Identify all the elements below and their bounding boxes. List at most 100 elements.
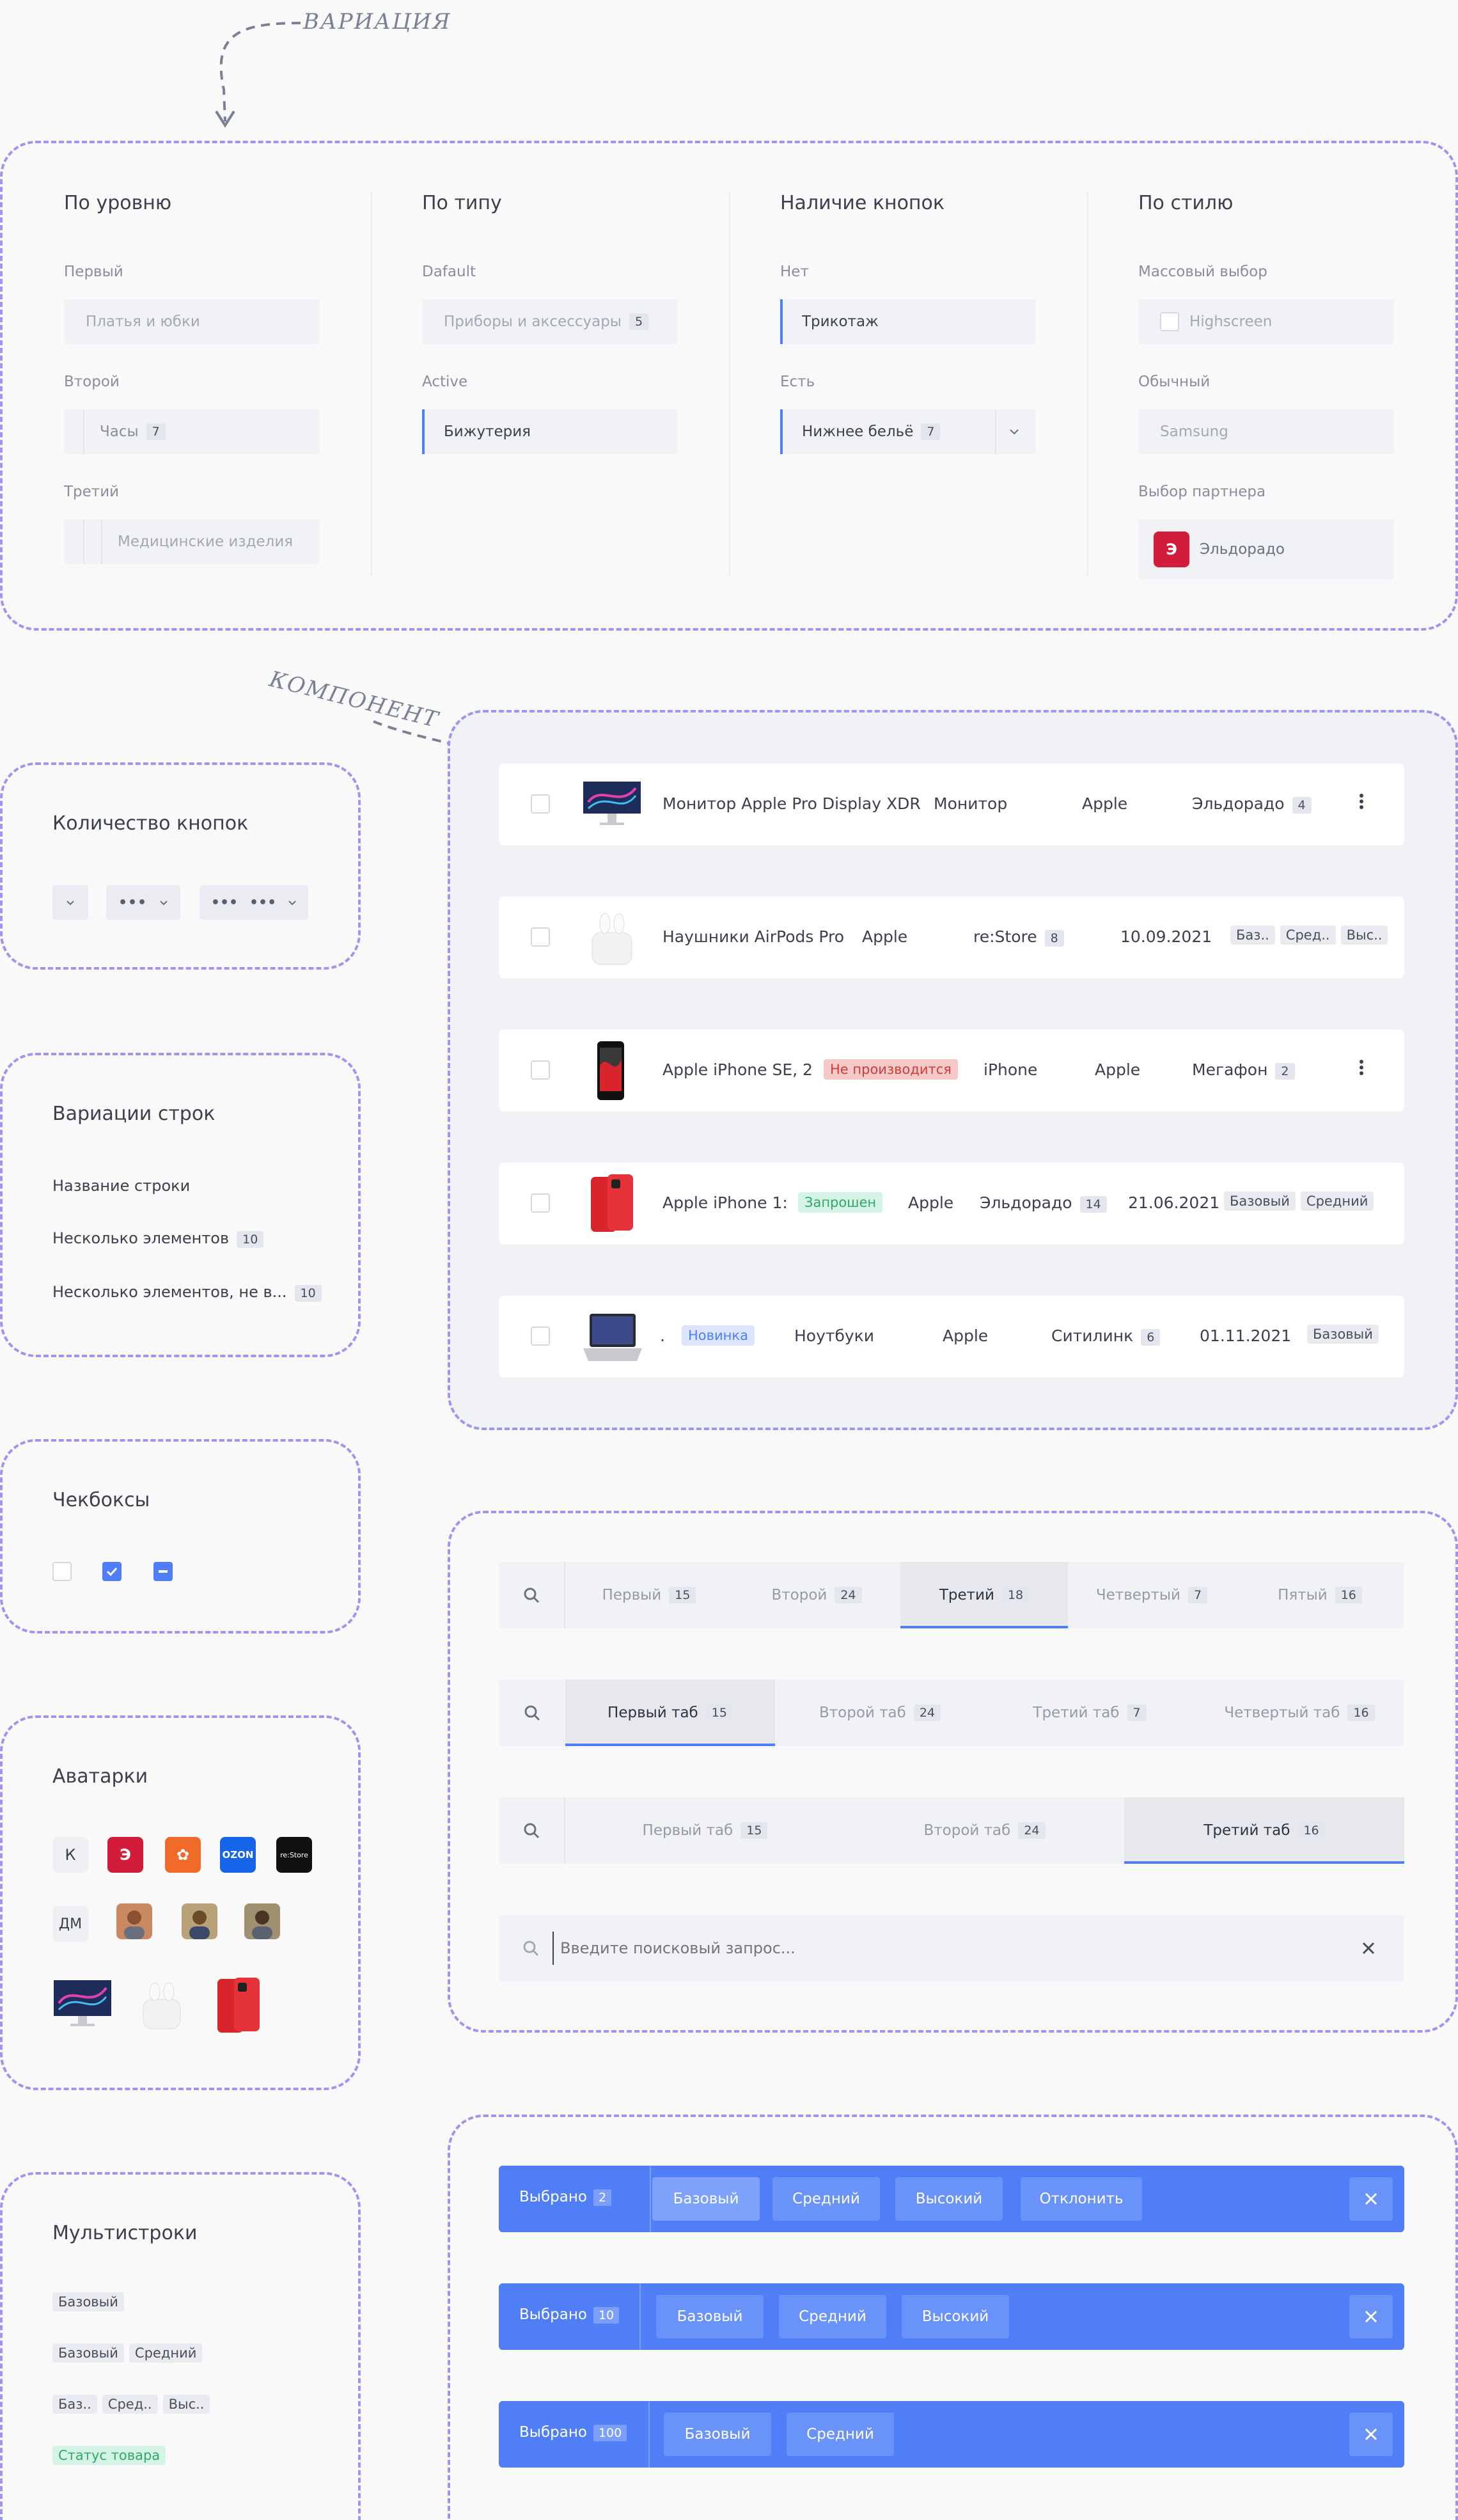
partner: Эльдорадо 14 [980,1193,1107,1213]
brand: Apple [1095,1060,1141,1079]
tab-first[interactable]: Первый таб 15 [565,1797,845,1864]
table-row[interactable]: Apple iPhone 1: Запрошен Apple Эльдорадо… [499,1163,1404,1245]
more-vertical-icon[interactable] [1360,1058,1365,1077]
checkbox-indeterminate[interactable] [153,1562,173,1581]
reject-button[interactable]: Отклонить [1021,2177,1142,2221]
eldorado-logo-icon: Э [107,1837,143,1873]
tab-fourth[interactable]: Четвертый таб 16 [1195,1680,1404,1746]
close-icon[interactable] [1361,1941,1376,1956]
search-button[interactable] [499,1562,565,1628]
table-row[interactable]: . Новинка Ноутбуки Apple Ситилинк 6 01.11… [499,1296,1404,1378]
tag-row: Базовый [52,2292,129,2311]
section-title: Мультистроки [52,2222,198,2244]
iphone-red-thumb-icon [215,1975,263,2036]
monitor-thumb-icon [52,1978,113,2028]
list-item-active[interactable]: Бижутерия [422,409,678,454]
product-name: Apple iPhone SE, 2 [662,1060,813,1079]
list-item-no-buttons[interactable]: Трикотаж [780,299,1036,344]
search-input[interactable] [553,1932,1320,1965]
list-item-level1[interactable]: Платья и юбки [64,299,320,344]
tab-second[interactable]: Второй таб 24 [775,1680,985,1746]
table-row[interactable]: Монитор Apple Pro Display XDR Монитор Ap… [499,764,1404,846]
chevron-button[interactable] [52,885,88,920]
partner: Эльдорадо 4 [1192,794,1312,814]
tab-bar: Первый таб 15 Второй таб 24 Третий таб 16 [499,1797,1404,1864]
more-more-chevron-button[interactable]: ••• ••• [200,885,308,920]
checkbox[interactable] [531,1327,550,1346]
table-row[interactable]: Наушники AirPods Pro Apple re:Store 8 10.… [499,897,1404,979]
medium-button[interactable]: Средний [787,2413,894,2456]
tab-second[interactable]: Второй таб 24 [845,1797,1124,1864]
section-title: Чекбоксы [52,1489,150,1511]
search-button[interactable] [499,1797,565,1864]
checkbox[interactable] [1160,312,1179,331]
base-button[interactable]: Базовый [652,2177,760,2221]
checkbox[interactable] [531,1060,550,1080]
category: Ноутбуки [794,1327,875,1345]
close-icon [1365,2428,1377,2441]
tab-bar: Первый таб 15 Второй таб 24 Третий таб 7 Че… [499,1680,1404,1746]
partner-logo-icon: ✿ [165,1837,201,1873]
list-item-regular[interactable]: Samsung [1138,409,1394,454]
tab-first[interactable]: Первый таб 15 [565,1680,775,1746]
high-button[interactable]: Высокий [895,2177,1003,2221]
checkbox[interactable] [531,1193,550,1213]
close-button[interactable] [1349,2413,1393,2456]
chevron-down-icon[interactable] [1009,429,1019,435]
close-icon [1365,2310,1377,2323]
table-row[interactable]: Apple iPhone SE, 2 Не производится iPhon… [499,1030,1404,1112]
list-item-mass-select[interactable]: Highscreen [1138,299,1394,344]
brand: Apple [908,1193,954,1212]
avatar-initials: К [52,1837,88,1873]
checkbox-unchecked[interactable] [52,1562,72,1581]
checkbox[interactable] [531,794,550,814]
chevron-down-icon [160,900,168,905]
buttons-count-panel [0,762,361,970]
tab-first[interactable]: Первый 15 [565,1562,733,1628]
tab-fifth[interactable]: Пятый 16 [1235,1562,1404,1628]
list-item-with-buttons[interactable]: Нижнее бельё 7 [780,409,1036,454]
tab-second[interactable]: Второй 24 [733,1562,900,1628]
close-button[interactable] [1349,2177,1393,2221]
checkbox[interactable] [531,927,550,947]
date: 01.11.2021 [1200,1327,1292,1345]
more-chevron-button[interactable]: ••• [106,885,180,920]
list-item-partner[interactable]: Э Эльдорадо [1138,519,1394,579]
list-item-default[interactable]: Приборы и аксессуары 5 [422,299,678,344]
list-item-level2[interactable]: Часы 7 [64,409,320,454]
avatar-initials: ДМ [52,1906,88,1942]
row-variation: Несколько элементов, не в... 10 [52,1283,322,1302]
field-label: Массовый выбор [1138,264,1267,280]
tab-third[interactable]: Третий таб 16 [1124,1797,1404,1864]
status-badge: Запрошен [798,1192,883,1213]
eldorado-logo-icon: Э [1154,532,1189,567]
tab-third[interactable]: Третий 18 [900,1562,1068,1628]
restore-logo-icon: re:Store [276,1837,312,1873]
tab-third[interactable]: Третий таб 7 [985,1680,1195,1746]
selected-count: Выбрано 100 [519,2424,627,2441]
row-variation: Название строки [52,1177,191,1195]
section-title: Наличие кнопок [780,192,945,214]
close-button[interactable] [1349,2295,1393,2338]
tab-fourth[interactable]: Четвертый 7 [1068,1562,1235,1628]
close-icon [1365,2193,1377,2205]
row-variations-panel [0,1053,361,1357]
search-button[interactable] [499,1680,565,1746]
person-icon [252,1910,272,1939]
more-vertical-icon[interactable] [1360,792,1365,811]
brand: Apple [862,927,908,946]
status-badge: Новинка [682,1325,755,1346]
medium-button[interactable]: Средний [779,2295,886,2338]
checkbox-checked[interactable] [102,1562,122,1581]
product-name: . [660,1327,665,1345]
search-icon [524,1587,540,1603]
iphone-thumb-icon [595,1040,627,1104]
high-button[interactable]: Высокий [902,2295,1009,2338]
base-button[interactable]: Базовый [656,2295,764,2338]
arrow-variation-icon [215,22,301,128]
medium-button[interactable]: Средний [772,2177,880,2221]
base-button[interactable]: Базовый [664,2413,771,2456]
person-icon [124,1910,145,1939]
minus-icon [159,1570,168,1573]
list-item-level3[interactable]: Медицинские изделия [64,519,320,564]
